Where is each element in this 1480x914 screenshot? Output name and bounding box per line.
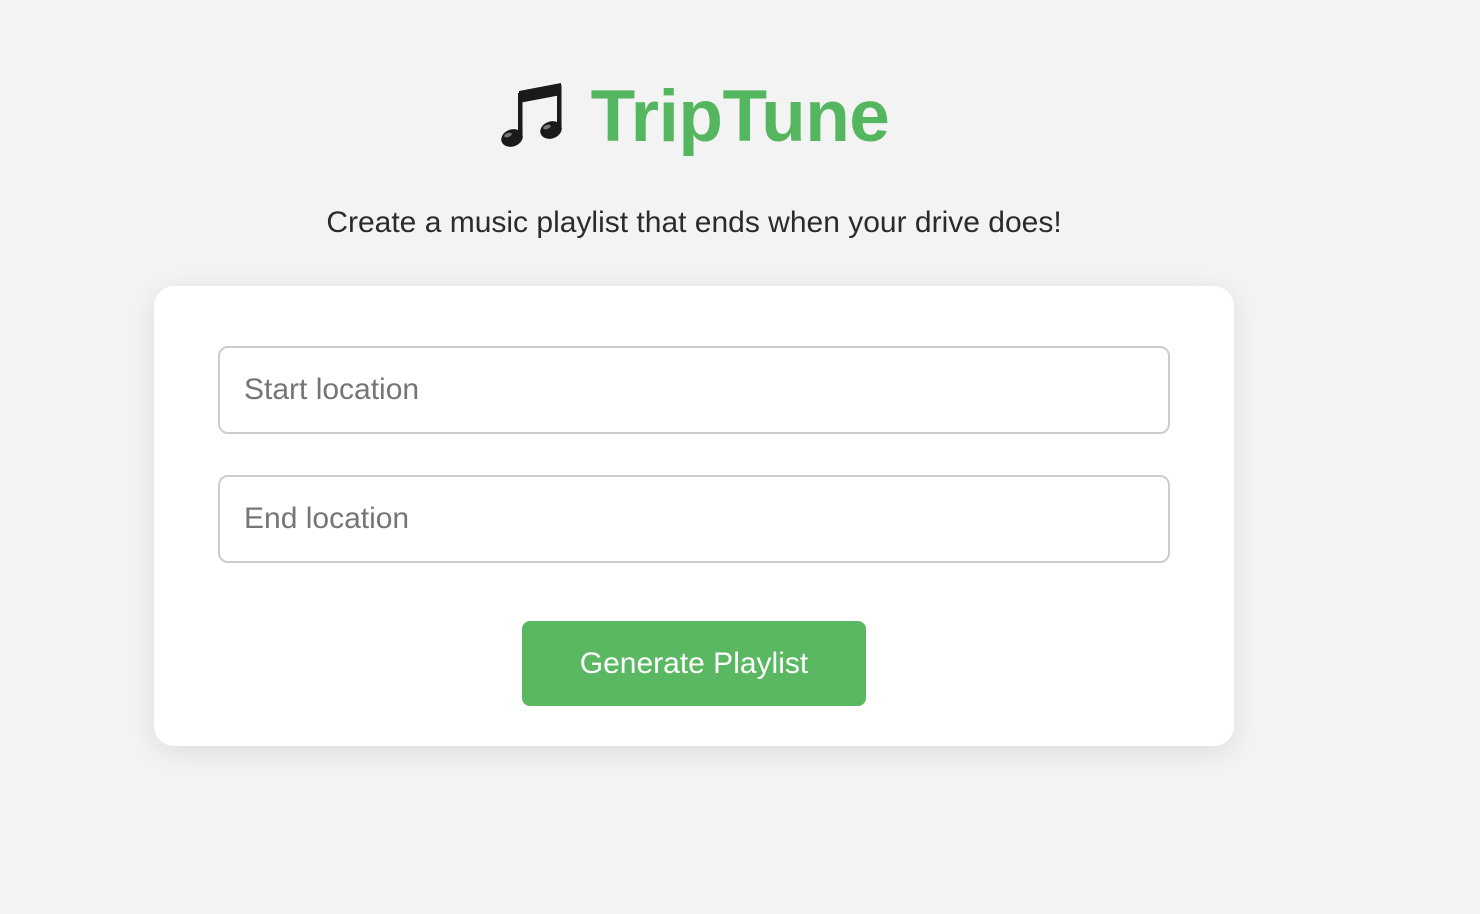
app-title: TripTune (590, 75, 890, 157)
generate-playlist-button[interactable]: Generate Playlist (522, 621, 866, 706)
end-location-input[interactable] (218, 475, 1170, 563)
app-header: TripTune (0, 68, 1388, 164)
app-subtitle: Create a music playlist that ends when y… (326, 206, 1062, 239)
trip-form-card: Generate Playlist (154, 286, 1234, 746)
musical-notes-icon (499, 81, 565, 151)
start-location-input[interactable] (218, 346, 1170, 434)
